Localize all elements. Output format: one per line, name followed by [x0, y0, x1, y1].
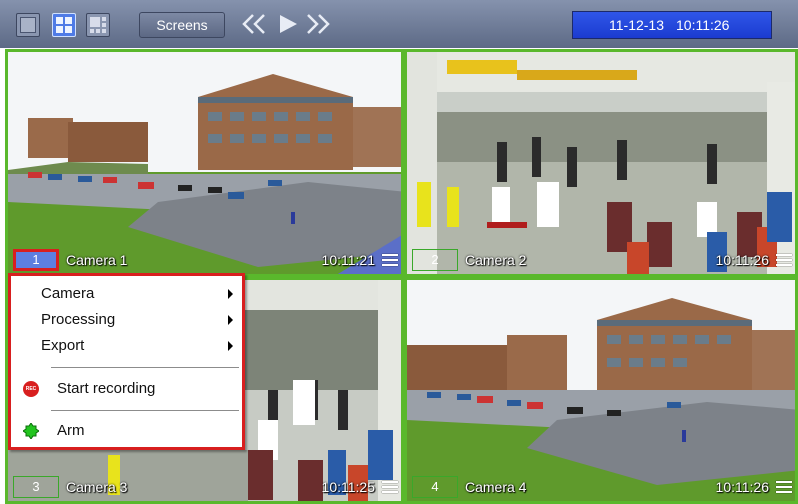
quad-view-icon[interactable]: [52, 13, 76, 37]
camera-number-badge[interactable]: 4: [412, 476, 458, 498]
menu-item-label: Camera: [41, 285, 95, 302]
multi-view-icon[interactable]: [86, 13, 110, 37]
camera-tile-2[interactable]: 2 Camera 2 10:11:26: [404, 49, 798, 277]
menu-divider: [51, 410, 239, 411]
submenu-arrow-icon: [228, 289, 233, 299]
camera-context-menu: Camera Processing Export REC Start recor…: [8, 273, 245, 450]
camera-number-badge[interactable]: 1: [13, 249, 59, 271]
camera-tile-1[interactable]: 1 Camera 1 10:11:21: [5, 49, 404, 277]
menu-item-export[interactable]: Export: [11, 333, 242, 359]
hamburger-menu-icon[interactable]: [382, 481, 398, 495]
date-text: 11-12-13: [609, 17, 665, 33]
camera-name-label: Camera 3: [66, 479, 128, 495]
camera-tile-4[interactable]: 4 Camera 4 10:11:26: [404, 277, 798, 504]
menu-item-label: Processing: [41, 311, 116, 328]
arm-menu-item[interactable]: Arm: [11, 417, 242, 445]
menu-item-processing[interactable]: Processing: [11, 307, 242, 333]
camera-name-label: Camera 2: [465, 252, 527, 268]
camera-name-label: Camera 4: [465, 479, 527, 495]
camera-timestamp: 10:11:26: [715, 479, 769, 495]
camera-timestamp: 10:11:21: [321, 252, 375, 268]
hamburger-menu-icon[interactable]: [776, 481, 792, 495]
submenu-arrow-icon: [228, 341, 233, 351]
time-text: 10:11:26: [676, 17, 730, 33]
hamburger-menu-icon[interactable]: [382, 254, 398, 268]
menu-item-label: Export: [41, 337, 85, 354]
menu-divider: [51, 367, 239, 368]
submenu-arrow-icon: [228, 315, 233, 325]
camera-1-video: [8, 52, 401, 274]
fast-forward-icon[interactable]: [304, 13, 332, 35]
menu-item-camera[interactable]: Camera: [11, 281, 242, 307]
datetime-display: 11-12-13 10:11:26: [572, 11, 772, 39]
arm-shield-icon: [23, 423, 39, 439]
screens-button[interactable]: Screens: [139, 12, 225, 38]
menu-item-label: Arm: [57, 422, 85, 439]
camera-name-label: Camera 1: [66, 252, 128, 268]
camera-4-video: [407, 280, 795, 501]
camera-number-badge[interactable]: 2: [412, 249, 458, 271]
camera-2-video: [407, 52, 795, 274]
camera-timestamp: 10:11:26: [715, 252, 769, 268]
start-recording-menu-item[interactable]: REC Start recording: [11, 375, 242, 403]
record-icon: REC: [23, 381, 39, 397]
single-view-icon[interactable]: [16, 13, 40, 37]
hamburger-menu-icon[interactable]: [776, 254, 792, 268]
camera-number-badge[interactable]: 3: [13, 476, 59, 498]
camera-timestamp: 10:11:25: [321, 479, 375, 495]
play-icon[interactable]: [277, 13, 299, 35]
menu-item-label: Start recording: [57, 380, 156, 397]
toolbar: Screens 11-12-13 10:11:26: [0, 0, 798, 48]
rewind-icon[interactable]: [240, 13, 268, 35]
